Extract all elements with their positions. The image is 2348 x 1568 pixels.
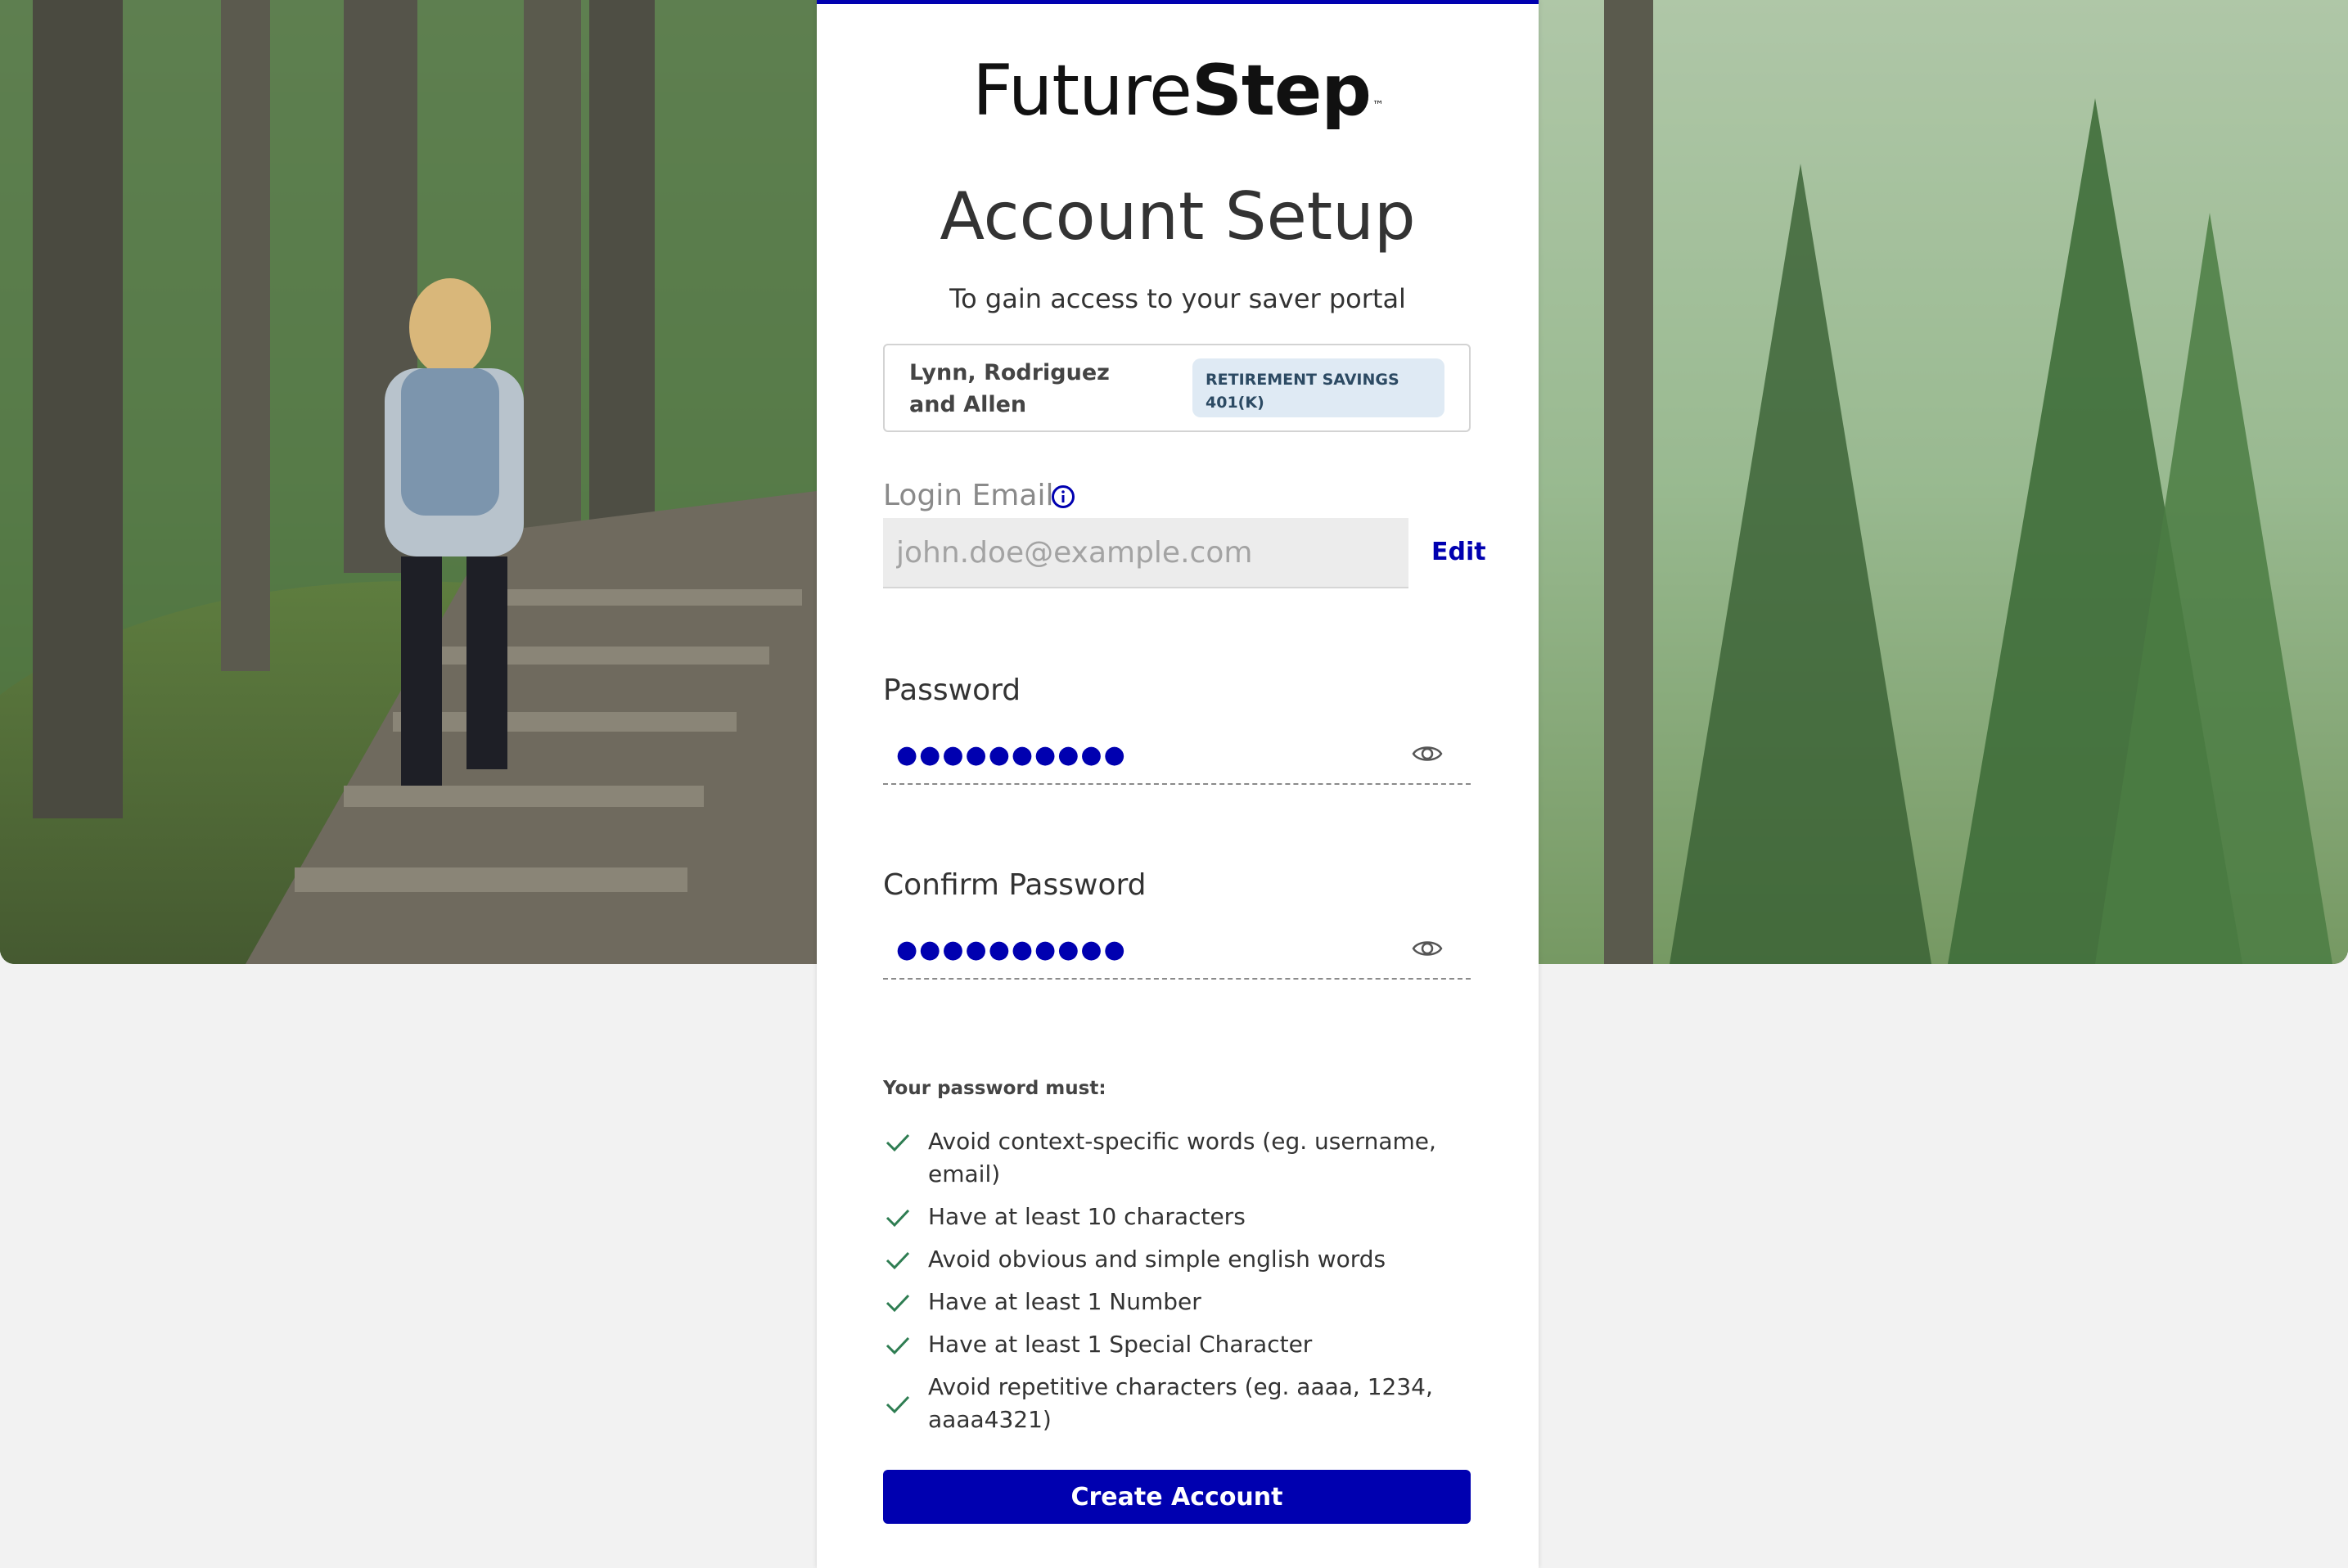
requirement-text: Have at least 1 Special Character	[928, 1331, 1313, 1358]
login-email-input[interactable]	[883, 518, 1408, 588]
password-requirements-title: Your password must:	[883, 1078, 1106, 1099]
plan-type-badge: RETIREMENT SAVINGS 401(K)	[1192, 358, 1444, 417]
checkmark-icon	[886, 1251, 910, 1270]
password-label: Password	[883, 674, 1021, 707]
page-title: Account Setup	[940, 178, 1416, 255]
confirm-password-input[interactable]: ●●●●●●●●●●	[883, 921, 1471, 980]
requirement-text: Avoid obvious and simple english words	[928, 1246, 1386, 1273]
logo-text-bold: Step	[1191, 50, 1372, 132]
requirement-text: Avoid repetitive characters (eg. aaaa, 1…	[928, 1373, 1433, 1433]
info-icon[interactable]	[1051, 484, 1075, 509]
create-account-button[interactable]: Create Account	[883, 1470, 1471, 1524]
requirement-item: Avoid obvious and simple english words	[883, 1243, 1489, 1276]
futurestep-logo: FutureStep ™	[817, 50, 1539, 132]
confirm-password-label: Confirm Password	[883, 868, 1147, 902]
confirm-password-masked-value: ●●●●●●●●●●	[896, 935, 1127, 964]
password-requirements-list: Avoid context-specific words (eg. userna…	[883, 1125, 1489, 1446]
account-setup-card: FutureStep ™ Account Setup To gain access…	[817, 0, 1539, 1568]
password-masked-value: ●●●●●●●●●●	[896, 741, 1127, 769]
logo-trademark: ™	[1372, 99, 1384, 112]
eye-icon[interactable]	[1412, 937, 1443, 960]
eye-icon[interactable]	[1412, 742, 1443, 765]
requirement-item: Avoid context-specific words (eg. userna…	[883, 1125, 1489, 1191]
checkmark-icon	[886, 1395, 910, 1414]
login-email-label: Login Email	[883, 479, 1054, 512]
requirement-item: Have at least 1 Special Character	[883, 1328, 1489, 1361]
logo-text-light: Future	[972, 50, 1192, 132]
requirement-item: Have at least 1 Number	[883, 1286, 1489, 1318]
checkmark-icon	[886, 1209, 910, 1228]
checkmark-icon	[886, 1133, 910, 1152]
checkmark-icon	[886, 1336, 910, 1355]
password-input[interactable]: ●●●●●●●●●●	[883, 726, 1471, 785]
page-subtitle: To gain access to your saver portal	[949, 283, 1406, 314]
employer-name: Lynn, Rodriguez and Allen	[909, 360, 1110, 417]
requirement-item: Have at least 10 characters	[883, 1201, 1489, 1233]
requirement-text: Have at least 10 characters	[928, 1203, 1246, 1230]
requirement-item: Avoid repetitive characters (eg. aaaa, 1…	[883, 1371, 1489, 1436]
plan-summary-box: Lynn, Rodriguez and Allen RETIREMENT SAV…	[883, 344, 1471, 432]
edit-email-link[interactable]: Edit	[1431, 534, 1486, 570]
requirement-text: Avoid context-specific words (eg. userna…	[928, 1128, 1436, 1187]
requirement-text: Have at least 1 Number	[928, 1288, 1201, 1315]
checkmark-icon	[886, 1294, 910, 1313]
